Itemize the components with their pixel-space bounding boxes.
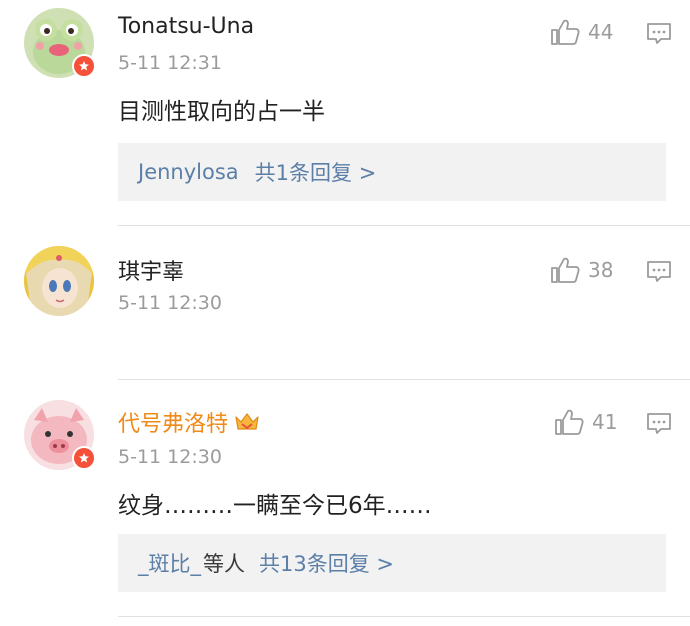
timestamp: 5-11 12:31 (118, 52, 222, 74)
crown-icon (235, 413, 259, 430)
reply-author[interactable]: _斑比_ (138, 548, 201, 578)
like-button[interactable]: 41 (554, 408, 617, 436)
avatar[interactable] (24, 8, 96, 78)
replies-preview[interactable]: Jennylosa 共1条回复 > (118, 143, 666, 201)
username[interactable]: 代号弗洛特 (118, 406, 228, 438)
username[interactable]: Tonatsu-Una (118, 14, 254, 39)
comment-item: Tonatsu-Una 5-11 12:31 44 目测性取向的占一半 Jenn… (0, 0, 690, 226)
reply-author[interactable]: Jennylosa (138, 160, 239, 184)
thumbs-up-icon (551, 19, 580, 45)
verified-badge-icon (72, 54, 96, 78)
like-count: 41 (592, 410, 618, 434)
reply-count[interactable]: 共1条回复 > (255, 157, 377, 187)
like-button[interactable]: 38 (550, 256, 613, 284)
avatar[interactable] (24, 246, 94, 316)
thumbs-up-icon (555, 409, 584, 435)
comment-item: 琪宇辜 5-11 12:30 38 (0, 226, 690, 380)
comment-reply-icon[interactable] (646, 22, 672, 50)
comment-text: 纹身………一瞒至今已6年…… (118, 493, 432, 519)
like-button[interactable]: 44 (550, 18, 613, 46)
thumbs-up-icon (551, 257, 580, 283)
comment-item: 代号弗洛特 5-11 12:30 41 纹身………一瞒至今已6年…… _斑比_ … (0, 380, 690, 626)
avatar[interactable] (24, 400, 96, 470)
divider (118, 616, 690, 617)
comment-text: 目测性取向的占一半 (118, 99, 325, 125)
timestamp: 5-11 12:30 (118, 446, 222, 468)
like-count: 38 (588, 258, 614, 282)
comment-reply-icon[interactable] (646, 412, 672, 440)
verified-badge-icon (72, 446, 96, 470)
replies-preview[interactable]: _斑比_ 等人 共13条回复 > (118, 534, 666, 592)
reply-suffix: 等人 (203, 552, 245, 576)
username[interactable]: 琪宇辜 (118, 254, 184, 286)
reply-count[interactable]: 共13条回复 > (259, 548, 394, 578)
timestamp: 5-11 12:30 (118, 292, 222, 314)
like-count: 44 (588, 20, 614, 44)
comment-reply-icon[interactable] (646, 260, 672, 288)
